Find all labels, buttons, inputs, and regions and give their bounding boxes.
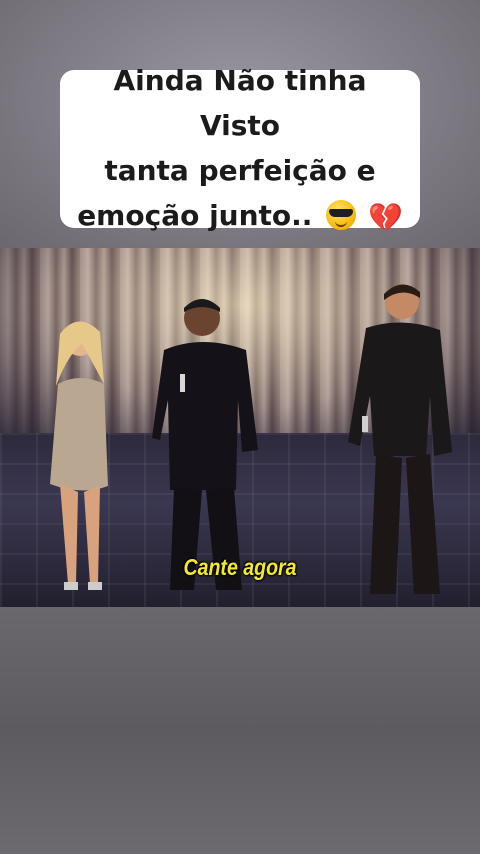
caption-line-1: Ainda Não tinha Visto — [113, 64, 367, 142]
video-player[interactable]: Cante agora — [0, 248, 480, 607]
broken-heart-emoji-icon: 💔 — [367, 201, 403, 234]
caption-text: Ainda Não tinha Visto tanta perfeição e … — [74, 58, 406, 240]
video-subtitle: Cante agora — [183, 554, 297, 580]
sunglasses-emoji-icon — [326, 200, 357, 230]
caption-line-2: tanta perfeição e — [104, 154, 376, 187]
caption-card: Ainda Não tinha Visto tanta perfeição e … — [60, 64, 420, 234]
bottom-blurred-background — [0, 607, 480, 854]
caption-line-3: emoção junto.. — [77, 199, 313, 232]
